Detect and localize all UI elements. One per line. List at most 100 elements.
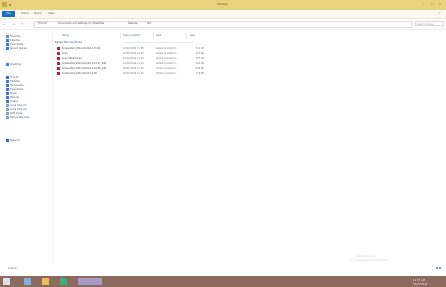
pdf-file-icon: [57, 72, 60, 75]
nav-pc-desktop[interactable]: Desktop: [10, 80, 20, 83]
activation-watermark-text: Go to Settings to activate Windows.: [350, 259, 390, 262]
nav-favorites[interactable]: Favorites: [10, 35, 21, 38]
nav-this-pc[interactable]: This PC: [10, 76, 19, 79]
tray-date[interactable]: 10/22/2014: [413, 283, 427, 286]
file-type: Adobe Acrobat D...: [156, 72, 178, 75]
file-date: 10/22/2014 11:32: [123, 67, 144, 70]
nav-pictures[interactable]: Pictures: [10, 96, 19, 99]
tab-view[interactable]: View: [48, 12, 54, 15]
computer-icon: [6, 76, 9, 79]
music-icon: [6, 92, 9, 95]
column-header-date[interactable]: Date modified: [123, 34, 140, 37]
file-tab[interactable]: File: [2, 11, 15, 17]
column-divider[interactable]: [186, 33, 187, 38]
pictures-icon: [6, 96, 9, 99]
nav-videos[interactable]: Videos: [10, 100, 18, 103]
downloads-icon: [6, 43, 9, 46]
file-size: 276 KB: [195, 72, 204, 75]
desktop-icon: [6, 80, 9, 83]
pdf-file-icon: [57, 57, 60, 60]
file-name: Screenshot_2014-10-22-11-30: [62, 72, 97, 75]
up-button[interactable]: ↑: [21, 22, 24, 26]
file-size: 398 KB: [195, 67, 204, 70]
file-name: Screenshot_2014-10-22-11-33-27_edit: [62, 62, 107, 65]
onedrive-icon: [6, 63, 9, 66]
nav-local-disk-c[interactable]: Local Disk (C:): [10, 104, 27, 107]
maximize-button[interactable]: □: [429, 3, 435, 6]
file-size: 215 KB: [195, 52, 204, 55]
column-header-type[interactable]: Type: [156, 34, 162, 37]
breadcrumb-desktop[interactable]: Desktop: [128, 22, 138, 25]
group-header[interactable]: Earlier this month (6): [55, 41, 82, 44]
taskbar-app-active[interactable]: [78, 278, 102, 285]
quick-access-toolbar-icon[interactable]: [9, 4, 11, 6]
column-header-name[interactable]: Name: [62, 34, 69, 37]
help-icon[interactable]: ?: [439, 12, 440, 15]
search-input[interactable]: Search Pictures: [415, 21, 444, 26]
nav-local-disk-d[interactable]: Local Disk (D:): [10, 108, 27, 111]
start-button-icon[interactable]: [3, 278, 10, 285]
pdf-file-icon: [57, 67, 60, 70]
file-size: 402 KB: [195, 62, 204, 65]
nav-onedrive[interactable]: OneDrive: [10, 63, 21, 66]
file-type: Adobe Acrobat D...: [156, 62, 178, 65]
breadcrumb-this-pc[interactable]: This PC: [38, 22, 47, 25]
internet-explorer-icon[interactable]: [24, 278, 31, 285]
recent-icon: [6, 47, 9, 50]
close-button[interactable]: ×: [437, 3, 443, 6]
nav-removable-disk[interactable]: Removable Disk: [10, 116, 29, 119]
column-divider[interactable]: [120, 33, 121, 38]
nav-documents[interactable]: Documents: [10, 84, 24, 87]
store-icon[interactable]: [60, 278, 67, 285]
details-view-icon[interactable]: [436, 267, 438, 269]
file-type: Adobe Acrobat D...: [156, 67, 178, 70]
downloads-icon: [6, 88, 9, 91]
tab-home[interactable]: Home: [21, 12, 29, 15]
file-type: Adobe Acrobat D...: [156, 52, 178, 55]
file-date: 10/22/2014 11:36: [123, 47, 144, 50]
breadcrumb-pictures[interactable]: Pict: [147, 22, 151, 25]
status-item-count: 6 items: [8, 267, 17, 270]
group-divider: [124, 42, 194, 43]
file-name: Scan: [62, 52, 68, 55]
breadcrumb-documents[interactable]: Documents and Settings (C:) DataFiles: [58, 22, 104, 25]
tray-time[interactable]: 11:37 AM: [413, 279, 425, 282]
drive-icon: [6, 108, 9, 111]
file-date: 10/22/2014 11:34: [123, 57, 144, 60]
activation-watermark-title: Activate Windows: [356, 255, 376, 258]
file-name: Screenshot_2014-10-22-11-35-41: [62, 47, 101, 50]
file-name: Scan 2014-10-22: [62, 57, 82, 60]
nav-downloads[interactable]: Downloads: [10, 43, 23, 46]
desktop-icon: [6, 39, 9, 42]
tab-share[interactable]: Share: [34, 12, 42, 15]
nav-network[interactable]: Network: [10, 139, 20, 142]
file-date: 10/22/2014 11:30: [123, 72, 144, 75]
column-header-size[interactable]: Size: [190, 34, 195, 37]
file-row[interactable]: Screenshot_2014-10-22-11-30 10/22/2014 1…: [55, 71, 215, 76]
network-icon: [6, 139, 9, 142]
file-date: 10/22/2014 11:35: [123, 52, 144, 55]
back-button[interactable]: ←: [3, 22, 6, 26]
file-date: 10/22/2014 11:33: [123, 62, 144, 65]
window-title: Pictures: [217, 3, 228, 6]
nav-pc-downloads[interactable]: Downloads: [10, 88, 23, 91]
nav-dvd-drive[interactable]: DVD Drive: [10, 112, 22, 115]
removable-disk-icon: [6, 116, 9, 119]
documents-icon: [6, 84, 9, 87]
large-icons-view-icon[interactable]: [439, 267, 441, 269]
file-type: Adobe Acrobat D...: [156, 57, 178, 60]
nav-desktop[interactable]: Desktop: [10, 39, 20, 42]
column-divider[interactable]: [153, 33, 154, 38]
nav-recent-places[interactable]: Recent places: [10, 47, 27, 50]
file-name: Screenshot_2014-10-22-11-32-08_edit: [62, 67, 107, 70]
file-size: 312 KB: [195, 47, 204, 50]
forward-button[interactable]: →: [12, 22, 15, 26]
nav-music[interactable]: Music: [10, 92, 17, 95]
file-explorer-icon[interactable]: [42, 278, 49, 285]
minimize-button[interactable]: –: [421, 3, 427, 6]
file-size: 187 KB: [195, 57, 204, 60]
folder-icon[interactable]: [2, 2, 7, 7]
videos-icon: [6, 100, 9, 103]
view-toggle[interactable]: [436, 267, 443, 270]
pdf-file-icon: [57, 52, 60, 55]
